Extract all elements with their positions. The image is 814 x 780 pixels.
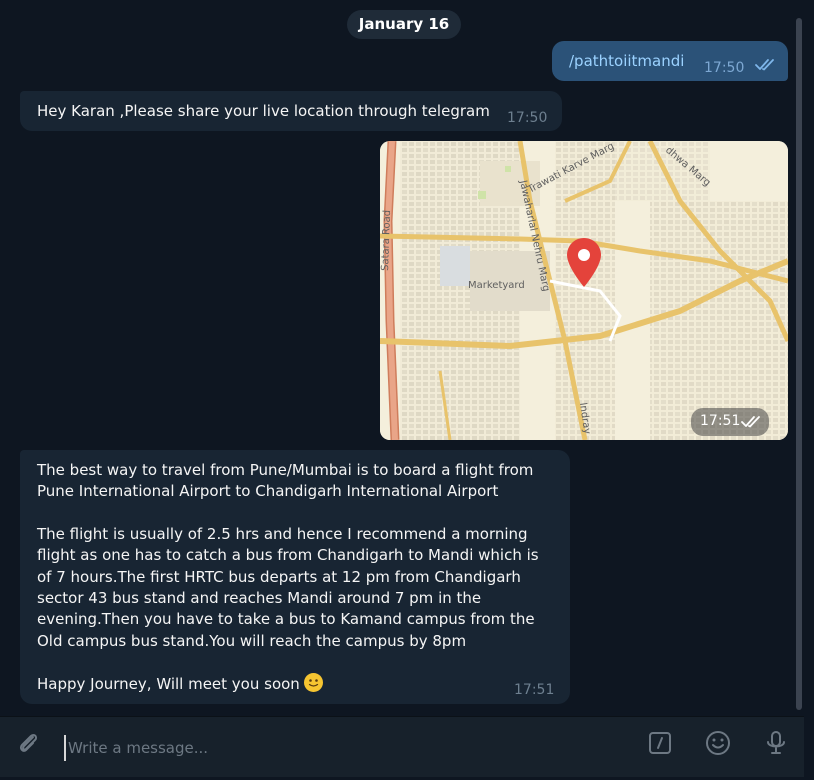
message-line: sector 43 bus stand and reaches Mandi ar… bbox=[37, 589, 482, 607]
message-text: Hey Karan ,Please share your live locati… bbox=[37, 102, 490, 120]
message-line: evening.Then you have to take a bus to K… bbox=[37, 610, 535, 628]
message-composer bbox=[0, 716, 804, 777]
message-time: 17:51 bbox=[514, 682, 555, 698]
message-time: 17:50 bbox=[704, 60, 745, 76]
message-line: flight as one has to catch a bus from Ch… bbox=[37, 546, 539, 564]
incoming-message-request[interactable]: Hey Karan ,Please share your live locati… bbox=[20, 91, 562, 131]
message-time: 17:51 bbox=[700, 413, 741, 429]
microphone-icon[interactable] bbox=[762, 729, 790, 757]
double-check-icon bbox=[755, 59, 774, 71]
location-map-message[interactable]: Satara Road Trawati Karve Marg Jawaharla… bbox=[380, 141, 788, 440]
double-check-icon bbox=[741, 416, 760, 428]
scrollbar[interactable] bbox=[796, 18, 802, 710]
message-line: The flight is usually of 2.5 hrs and hen… bbox=[37, 525, 528, 543]
outgoing-message-command[interactable]: /pathtoiitmandi 17:50 bbox=[552, 41, 788, 81]
slightly-smiling-face-icon bbox=[303, 673, 323, 692]
chat-history: January 16 /pathtoiitmandi 17:50 Hey Kar… bbox=[0, 0, 804, 716]
message-line: Happy Journey, Will meet you soon bbox=[37, 675, 300, 693]
message-line-closing: Happy Journey, Will meet you soon bbox=[37, 673, 323, 694]
message-line: of 7 hours.The first HRTC bus departs at… bbox=[37, 568, 521, 586]
map-image: Satara Road Trawati Karve Marg Jawaharla… bbox=[380, 141, 788, 440]
message-line: Pune International Airport to Chandigarh… bbox=[37, 482, 499, 500]
date-separator: January 16 bbox=[347, 10, 461, 39]
message-input[interactable] bbox=[64, 735, 630, 761]
map-label-satara-road: Satara Road bbox=[380, 210, 393, 271]
incoming-message-directions[interactable]: The best way to travel from Pune/Mumbai … bbox=[20, 450, 570, 704]
message-time: 17:50 bbox=[507, 110, 548, 126]
message-line: The best way to travel from Pune/Mumbai … bbox=[37, 461, 534, 479]
map-time-badge: 17:51 bbox=[691, 408, 769, 436]
paperclip-icon[interactable] bbox=[14, 729, 42, 757]
emoji-icon[interactable] bbox=[704, 729, 732, 757]
message-line: Old campus bus stand.You will reach the … bbox=[37, 632, 467, 650]
bot-command-icon[interactable] bbox=[646, 729, 674, 757]
bot-command-link[interactable]: /pathtoiitmandi bbox=[569, 51, 684, 71]
map-label-marketyard: Marketyard bbox=[468, 280, 525, 291]
